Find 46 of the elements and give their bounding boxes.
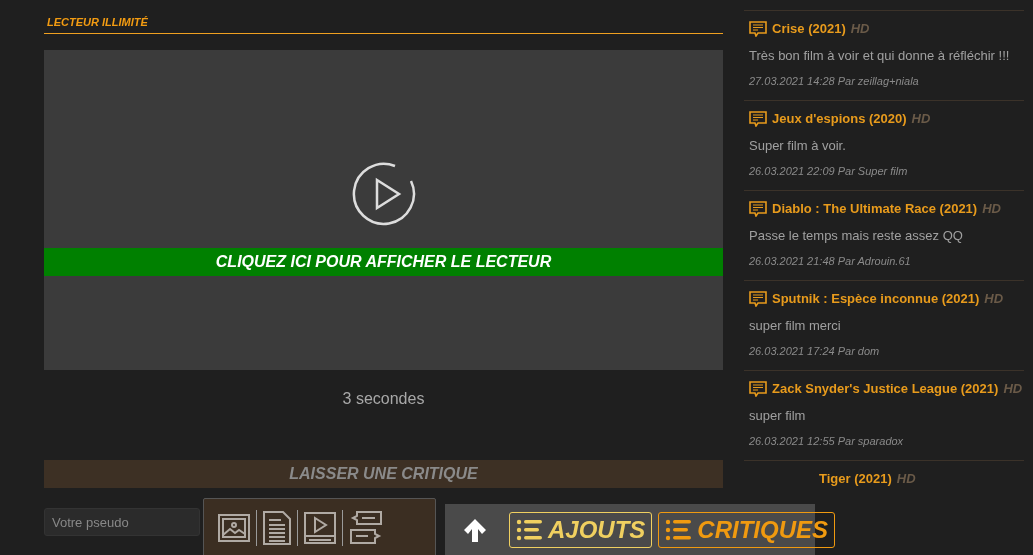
review-meta: 26.03.2021 12:55 Par sparadox [749,434,905,449]
review-meta: 27.03.2021 14:28 Par zeillag+niala [749,74,920,89]
movie-title-link[interactable]: Sputnik : Espèce inconnue (2021) [772,287,980,311]
toolbar-button[interactable] [218,514,250,542]
review-text: Super film à voir. [749,137,847,155]
hd-label: HD [850,20,870,38]
video-icon [304,512,336,544]
review-text: Très bon film à voir et qui donne à réfléchir !!! [749,47,1011,65]
comment-icon [749,111,767,127]
review-meta: 26.03.2021 22:09 Par Super film [749,164,909,179]
toolbar-button[interactable] [263,511,291,545]
nav-link[interactable]: CRITIQUES [658,512,836,548]
document-icon [263,511,291,545]
comment-icon [749,201,767,217]
movie-title-link[interactable]: Tiger (2021) [819,467,892,491]
hd-label: HD [982,200,1001,218]
comment-icon [749,21,767,37]
section-heading: LECTEUR ILLIMITÉ [44,0,723,34]
countdown-text: 3 secondes [342,390,425,408]
review-text: super film [749,407,807,425]
movie-title-link[interactable]: Crise (2021) [772,17,846,41]
pseudo-field[interactable]: Votre pseudo [44,508,200,536]
hd-label: HD [911,110,931,128]
video-player[interactable]: CLIQUEZ ICI POUR AFFICHER LE LECTEUR [44,50,723,370]
show-player-button[interactable]: CLIQUEZ ICI POUR AFFICHER LE LECTEUR [44,248,723,276]
toolbar-button[interactable] [304,512,336,544]
review-form-title: LAISSER UNE CRITIQUE [289,465,478,483]
toolbar-button[interactable] [349,511,383,545]
review-meta: 26.03.2021 21:48 Par Adrouin.61 [749,254,912,269]
movie-title-link[interactable]: Diablo : The Ultimate Race (2021) [772,197,978,221]
list-icon [665,518,692,542]
list-icon [516,518,542,542]
movie-title-link[interactable]: Jeux d'espions (2020) [772,107,907,131]
review-text: Passe le temps mais reste assez QQ [749,227,964,245]
image-icon [218,514,250,542]
review-text: super film merci [749,317,842,335]
hd-label: HD [1003,380,1023,398]
hd-label: HD [984,290,1004,308]
speech-bubbles-icon [349,511,383,545]
hd-label: HD [896,470,916,488]
comment-icon [749,291,767,307]
comment-icon [749,381,767,397]
movie-title-link[interactable]: Zack Snyder's Justice League (2021) [772,377,999,401]
play-icon[interactable] [350,161,417,227]
nav-link[interactable]: AJOUTS [509,512,653,548]
review-meta: 26.03.2021 17:24 Par dom [749,344,881,359]
